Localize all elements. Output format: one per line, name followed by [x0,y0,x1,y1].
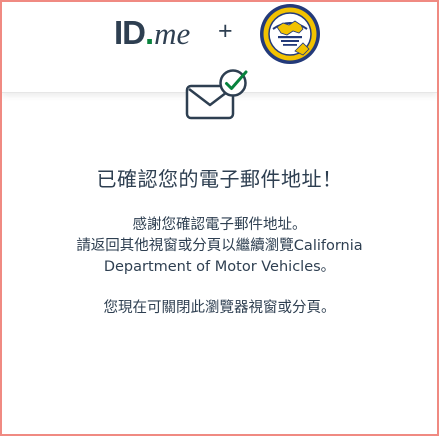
plus-sign: + [218,17,233,45]
thanks-message: 感謝您確認電子郵件地址。 [132,217,307,233]
envelope-check-icon [185,69,248,120]
confirmation-title: 已確認您的電子郵件地址！ [96,167,343,191]
close-window-message: 您現在可關閉此瀏覽器視窗或分頁。 [103,300,336,316]
idme-logo: ID. me [114,14,190,54]
department-name: Department of Motor Vehicles。 [103,259,336,275]
return-instruction: 請返回其他視窗或分頁以繼續瀏覽California [76,238,363,254]
idme-logo-dot: . [145,14,155,51]
idme-logo-me: me [154,16,191,51]
dmv-seal-logo [260,4,320,64]
idme-logo-id: ID [114,14,146,51]
browser-frame: ID. me + 已確認您的電子郵件地址！ 感謝您確認電子郵件地址。 請返回其他視… [0,0,439,436]
